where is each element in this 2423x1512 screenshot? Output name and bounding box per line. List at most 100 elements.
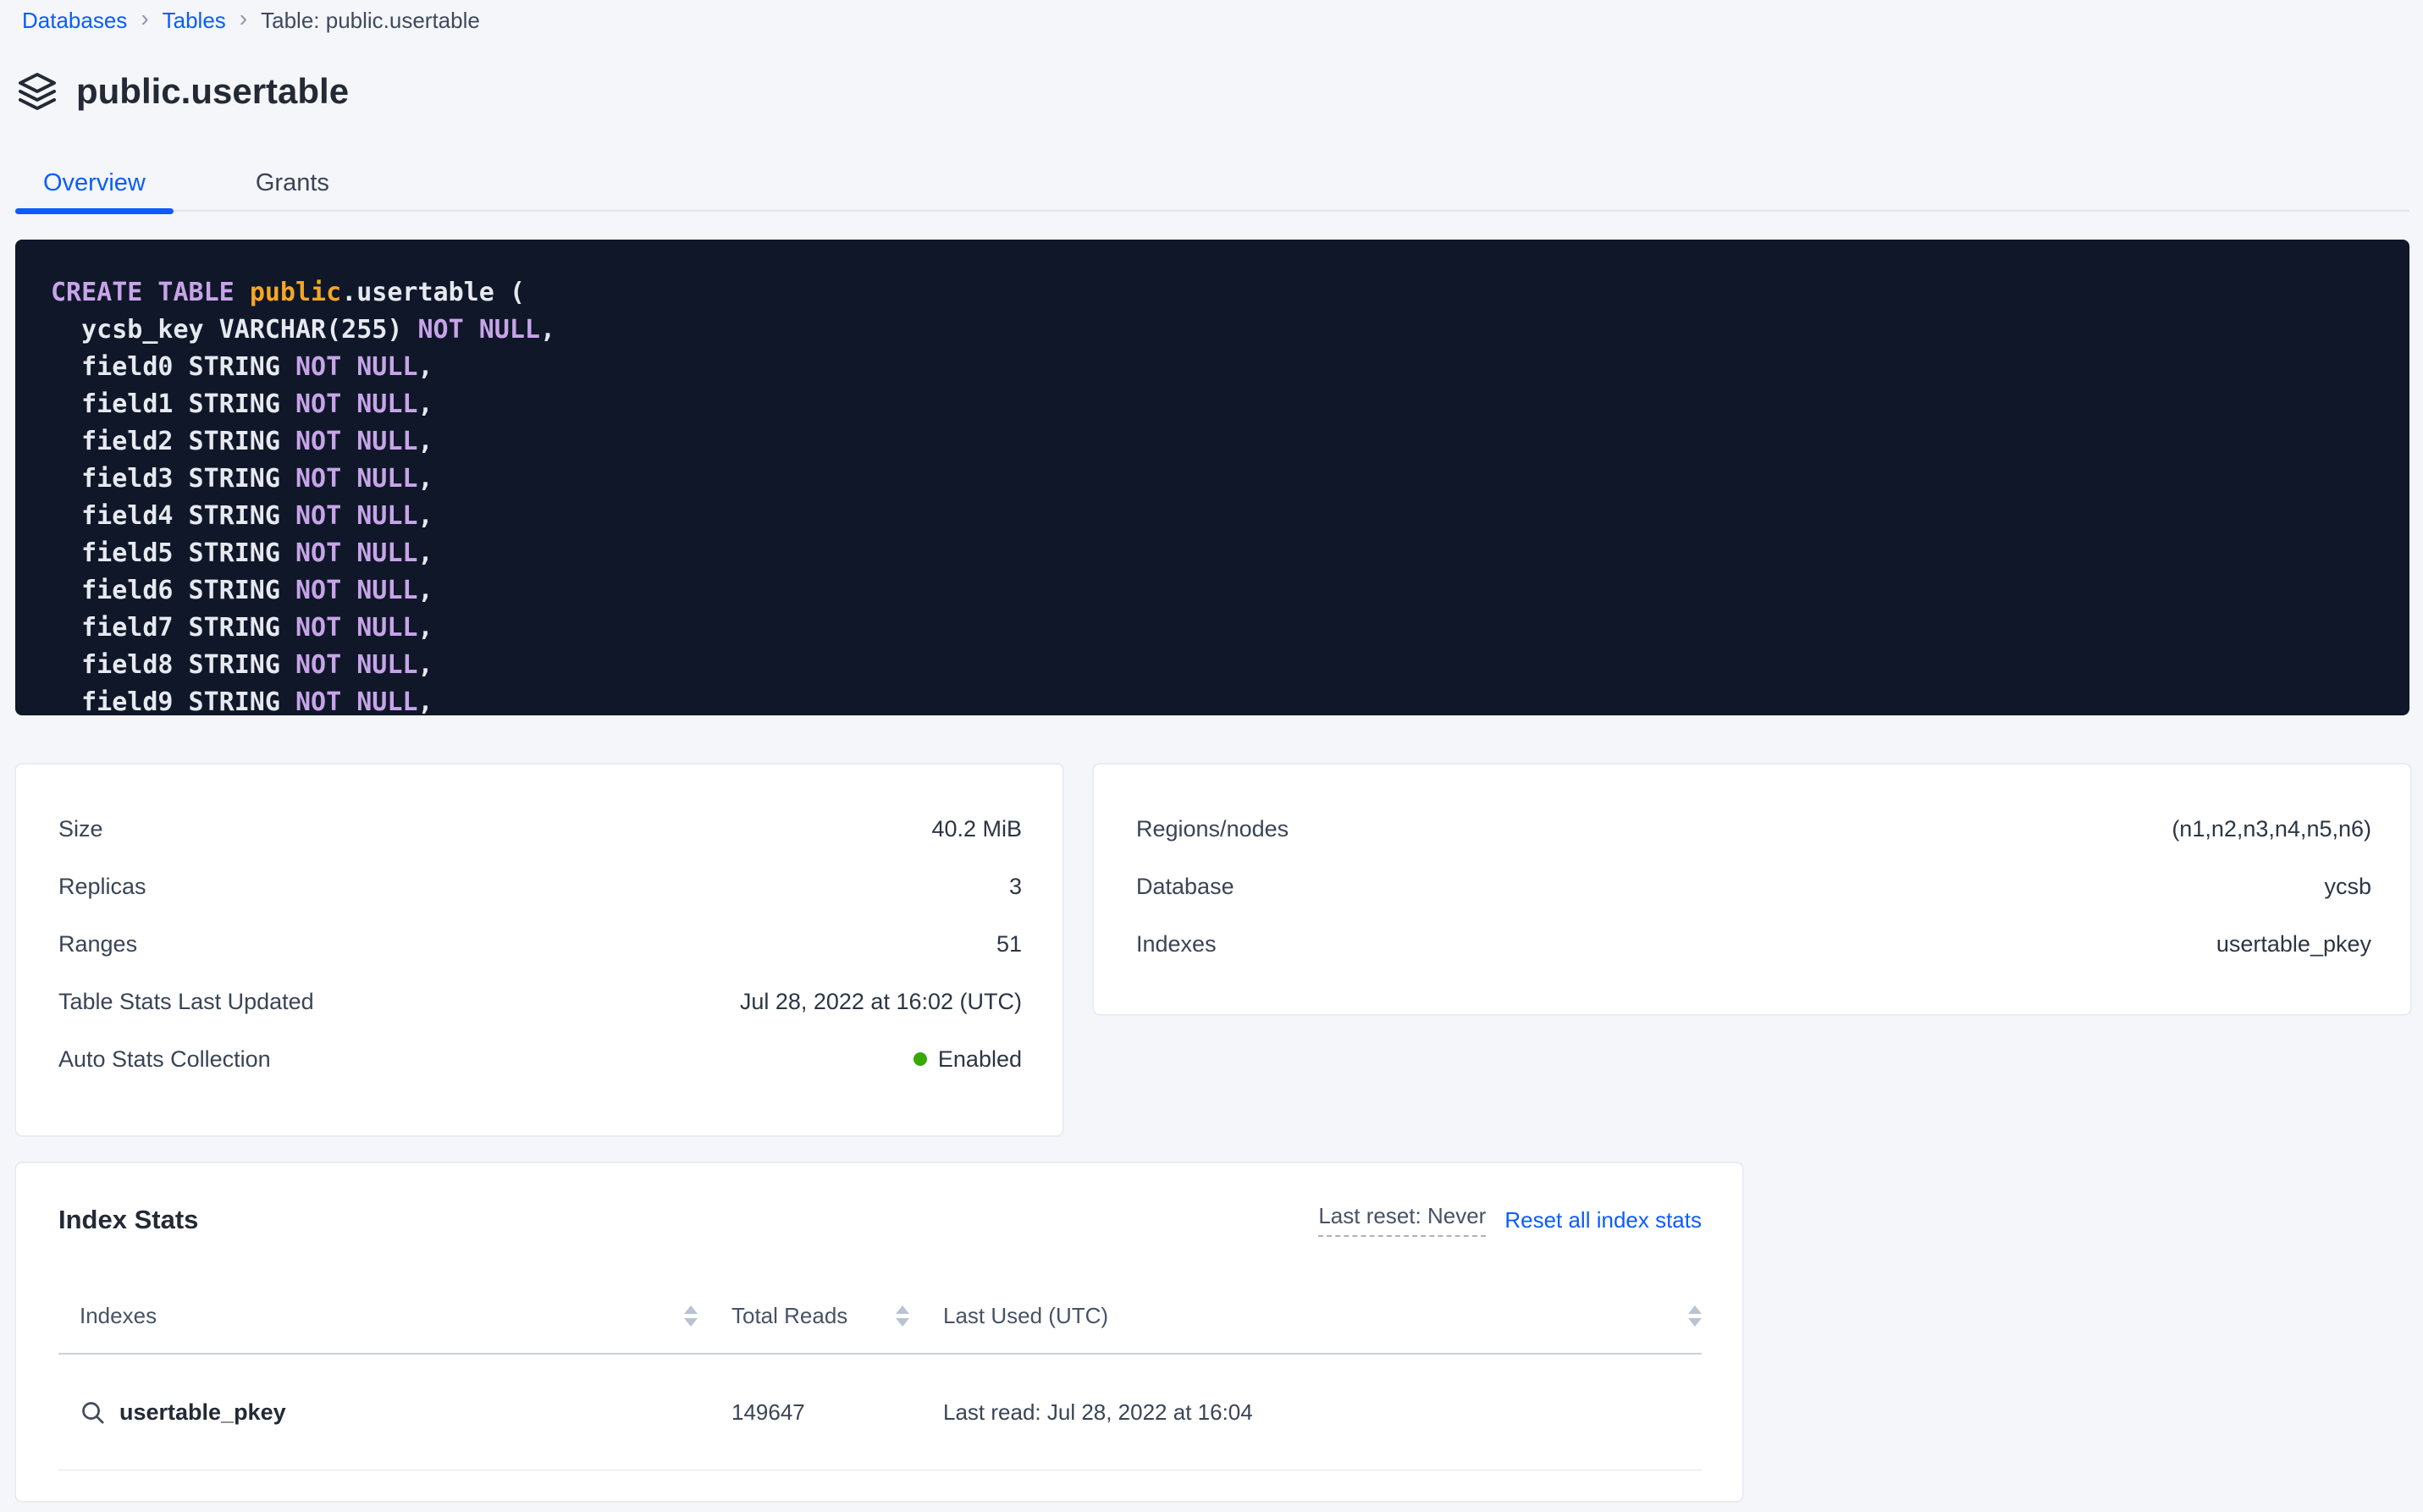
sql-text: field8 STRING [51,650,295,680]
summary-value: usertable_pkey [2216,931,2371,957]
summary-row-replicas: Replicas 3 [58,858,1022,915]
breadcrumb: Databases › Tables › Table: public.usert… [22,7,480,34]
sql-text: , [540,315,555,345]
sql-text: field7 STRING [51,613,295,643]
sql-keyword: NOT NULL [295,389,418,419]
summary-value: 40.2 MiB [931,816,1022,842]
sql-text: , [417,538,433,568]
sql-line: field3 STRING NOT NULL, [51,461,2384,498]
index-name-cell[interactable]: usertable_pkey [58,1399,731,1426]
sql-text: , [417,687,433,715]
summary-label: Indexes [1136,931,1217,957]
sql-line: field8 STRING NOT NULL, [51,647,2384,684]
page-header: public.usertable [17,71,349,112]
sql-keyword: NOT NULL [295,464,418,494]
sql-line: field5 STRING NOT NULL, [51,535,2384,572]
breadcrumb-tables[interactable]: Tables [163,8,226,34]
sql-text: , [417,389,433,419]
sql-keyword: NOT NULL [295,687,418,715]
tab-overview[interactable]: Overview [15,156,174,210]
sql-text: , [417,613,433,643]
sql-keyword: NOT NULL [417,315,540,345]
sql-text: , [417,464,433,494]
column-header-total-reads[interactable]: Total Reads [731,1303,943,1329]
sql-line: field9 STRING NOT NULL, [51,684,2384,715]
sql-text: , [417,501,433,531]
sort-icon[interactable] [1688,1305,1702,1327]
sql-line: field1 STRING NOT NULL, [51,386,2384,423]
database-summary-card: Regions/nodes (n1,n2,n3,n4,n5,n6) Databa… [1093,764,2411,1015]
sort-icon[interactable] [684,1305,698,1327]
column-header-last-used[interactable]: Last Used (UTC) [943,1303,1702,1329]
index-name[interactable]: usertable_pkey [119,1399,286,1426]
sql-text: field3 STRING [51,464,295,494]
chevron-right-icon: › [240,7,247,34]
sql-keyword: NOT NULL [295,538,418,568]
summary-row-database: Database ycsb [1136,858,2371,915]
chevron-right-icon: › [141,7,148,34]
layers-icon [17,71,58,112]
sql-schema-token: public [250,278,341,307]
last-used-value: Last read: Jul 28, 2022 at 16:04 [943,1399,1253,1426]
summary-label: Database [1136,874,1234,900]
summary-label: Regions/nodes [1136,816,1289,842]
column-header-indexes[interactable]: Indexes [58,1303,731,1329]
summary-row-size: Size 40.2 MiB [58,800,1022,858]
column-label: Indexes [80,1303,157,1329]
tab-grants-label: Grants [256,169,329,196]
table-summary-card: Size 40.2 MiB Replicas 3 Ranges 51 Table… [15,764,1063,1136]
sql-line: CREATE TABLE public.usertable ( [51,274,2384,312]
sql-text: ycsb_key VARCHAR(255) [51,315,417,345]
total-reads-cell: 149647 [731,1399,943,1426]
summary-value: 3 [1009,874,1022,900]
last-reset-label: Last reset: Never [1318,1203,1486,1237]
summary-value: ycsb [2324,874,2371,900]
sql-text: , [417,352,433,382]
sql-keyword: NOT NULL [295,427,418,456]
sql-text: , [417,650,433,680]
summary-value: (n1,n2,n3,n4,n5,n6) [2172,816,2371,842]
index-stats-title: Index Stats [58,1205,198,1235]
sql-text: field9 STRING [51,687,295,715]
index-stats-actions: Last reset: Never Reset all index stats [1318,1203,1702,1237]
index-stats-card: Index Stats Last reset: Never Reset all … [15,1162,1743,1502]
sql-text: .usertable ( [341,278,525,307]
create-table-sql-block: CREATE TABLE public.usertable ( ycsb_key… [15,240,2409,715]
last-used-cell: Last read: Jul 28, 2022 at 16:04 [943,1399,1702,1426]
summary-row-ranges: Ranges 51 [58,915,1022,973]
total-reads-value: 149647 [731,1399,805,1426]
sort-icon[interactable] [896,1305,909,1327]
sql-line: field0 STRING NOT NULL, [51,349,2384,386]
index-table-header: Indexes Total Reads Last Used (UTC) [58,1278,1702,1355]
tab-bar: Overview Grants [15,156,2409,212]
search-icon [80,1399,106,1426]
sql-keyword: NOT NULL [295,501,418,531]
column-label: Total Reads [731,1303,847,1329]
summary-row-stats-updated: Table Stats Last Updated Jul 28, 2022 at… [58,973,1022,1030]
summary-row-indexes: Indexes usertable_pkey [1136,915,2371,973]
breadcrumb-databases[interactable]: Databases [22,8,127,34]
sql-text: field6 STRING [51,576,295,605]
sql-keyword: NOT NULL [295,650,418,680]
status-enabled-dot-icon [913,1052,927,1066]
summary-label: Auto Stats Collection [58,1046,271,1073]
sql-text: field4 STRING [51,501,295,531]
sql-text: field2 STRING [51,427,295,456]
sql-keyword: CREATE TABLE [51,278,250,307]
summary-row-auto-stats: Auto Stats Collection Enabled [58,1030,1022,1088]
sql-keyword: NOT NULL [295,613,418,643]
sql-text: field5 STRING [51,538,295,568]
active-tab-underline [15,208,174,214]
tab-grants[interactable]: Grants [228,156,357,210]
sql-text: field0 STRING [51,352,295,382]
reset-all-index-stats-link[interactable]: Reset all index stats [1504,1207,1702,1233]
summary-value: 51 [996,931,1022,957]
sql-text: field1 STRING [51,389,295,419]
table-details-page: { "breadcrumb": { "separator": "›", "ite… [0,0,2423,1512]
breadcrumb-current: Table: public.usertable [261,8,480,34]
index-stats-header: Index Stats Last reset: Never Reset all … [58,1200,1702,1239]
summary-label: Size [58,816,103,842]
sql-line: field4 STRING NOT NULL, [51,498,2384,535]
tab-overview-label: Overview [43,169,146,196]
status-text: Enabled [938,1046,1022,1073]
